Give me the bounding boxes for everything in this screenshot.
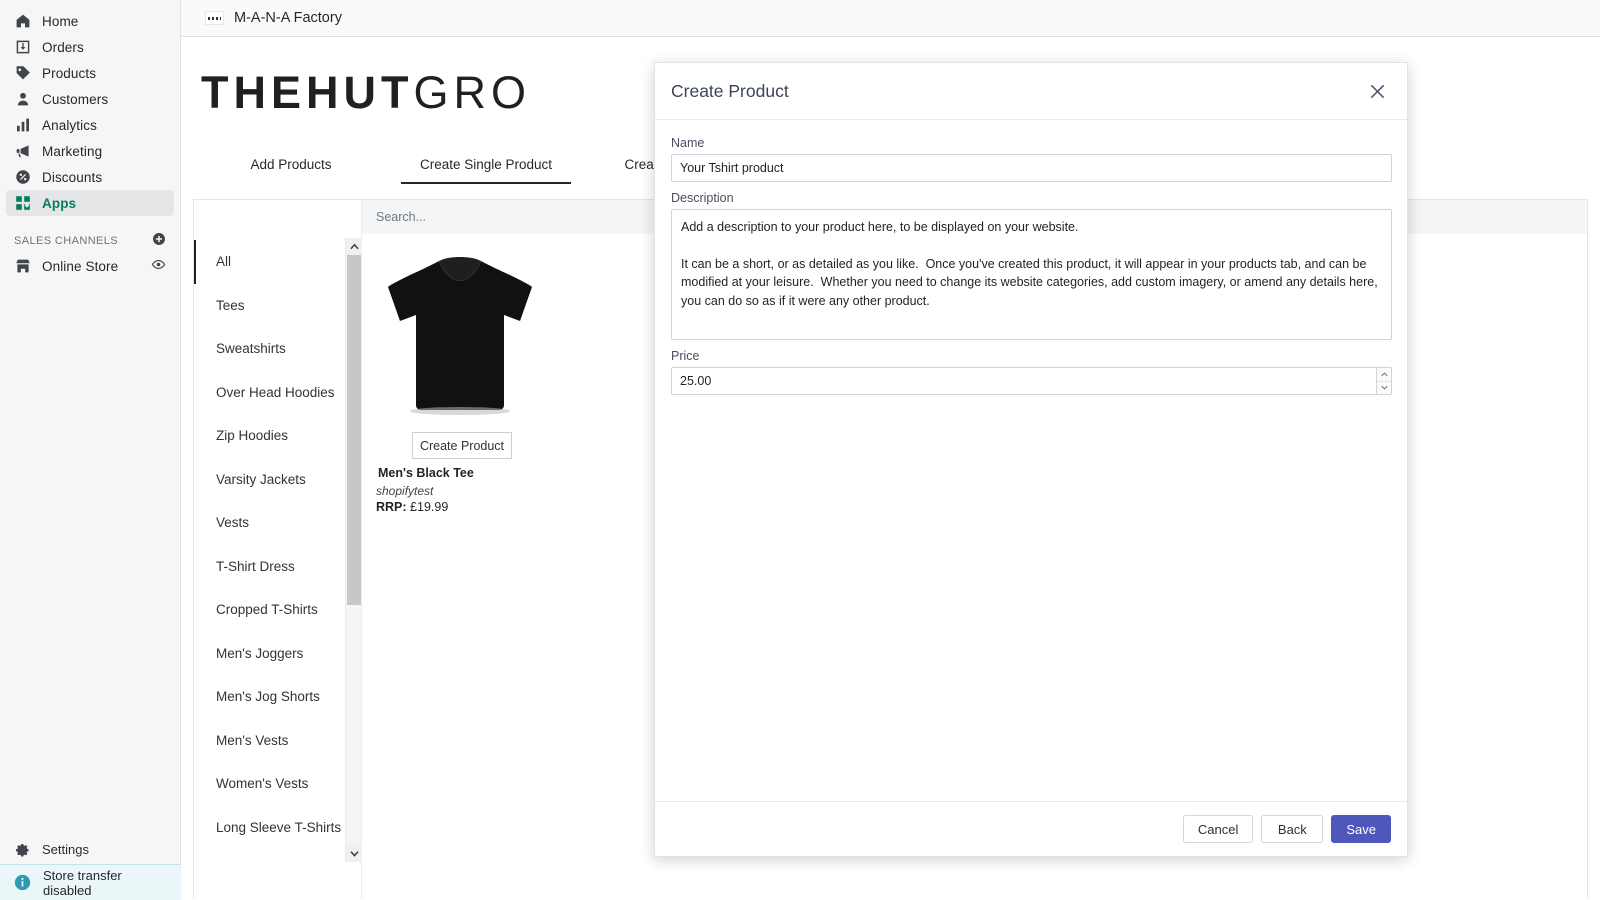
create-product-modal: Create Product Name Description Add a de… bbox=[654, 62, 1408, 857]
modal-title: Create Product bbox=[671, 80, 789, 101]
stepper-up-icon[interactable] bbox=[1376, 368, 1391, 382]
price-input[interactable] bbox=[671, 367, 1392, 395]
back-button[interactable]: Back bbox=[1261, 815, 1324, 843]
modal-footer: Cancel Back Save bbox=[655, 801, 1407, 856]
description-field-label: Description bbox=[671, 191, 734, 205]
name-input[interactable] bbox=[671, 154, 1392, 182]
modal-header: Create Product bbox=[655, 63, 1407, 120]
cancel-button[interactable]: Cancel bbox=[1182, 815, 1254, 843]
save-button[interactable]: Save bbox=[1331, 815, 1391, 843]
description-textarea[interactable]: Add a description to your product here, … bbox=[671, 209, 1392, 340]
price-stepper[interactable] bbox=[1376, 368, 1391, 394]
stepper-down-icon[interactable] bbox=[1376, 381, 1391, 394]
app-root: Home Orders Products Customers Analytics… bbox=[0, 0, 1600, 900]
modal-body: Name Description Add a description to yo… bbox=[655, 120, 1407, 801]
price-field-label: Price bbox=[671, 349, 700, 363]
close-icon[interactable] bbox=[1368, 82, 1387, 101]
name-field-label: Name bbox=[671, 136, 705, 150]
price-field-wrapper bbox=[671, 367, 1392, 395]
